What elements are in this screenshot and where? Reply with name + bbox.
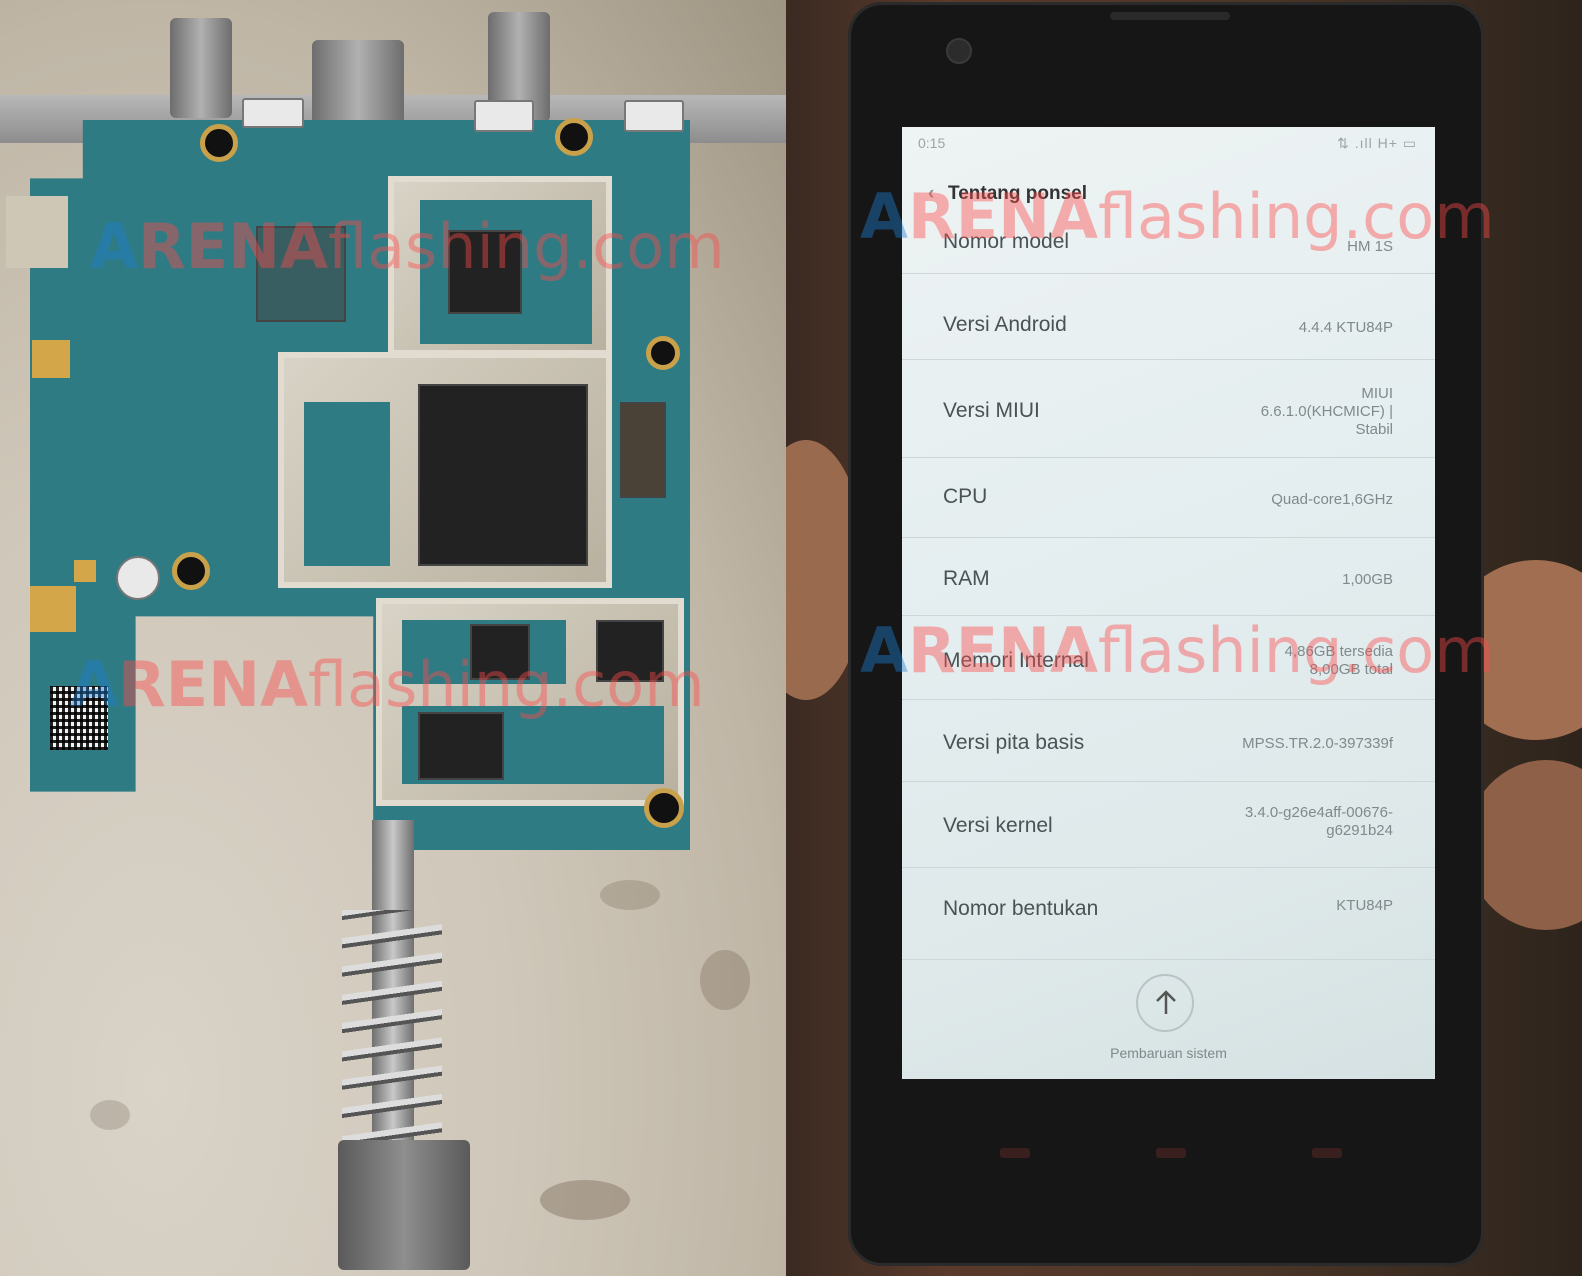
system-update-label: Pembaruan sistem bbox=[1110, 1045, 1227, 1061]
home-key-icon[interactable] bbox=[1156, 1148, 1186, 1158]
chip-area bbox=[304, 402, 390, 566]
screw-hole bbox=[200, 124, 238, 162]
screw-hole bbox=[172, 552, 210, 590]
signal-icon: ⇅ .ıll H+ ▭ bbox=[1337, 135, 1417, 151]
nav-keys bbox=[986, 1148, 1346, 1168]
dirt-spot bbox=[600, 880, 660, 910]
setting-label: Versi MIUI bbox=[943, 399, 1040, 422]
setting-value: 1,00GB bbox=[1342, 571, 1393, 588]
setting-label: Versi Android bbox=[943, 313, 1067, 336]
setting-label: Nomor bentukan bbox=[943, 897, 1099, 920]
system-update-button[interactable] bbox=[1136, 974, 1194, 1032]
board-connector bbox=[620, 402, 666, 498]
setting-label: Versi pita basis bbox=[943, 731, 1085, 754]
setting-value: MPSS.TR.2.0-397339f bbox=[1242, 735, 1393, 752]
divider bbox=[902, 359, 1435, 360]
earpiece-speaker bbox=[1110, 12, 1230, 20]
watermark: ARENAflashing.com bbox=[860, 614, 1495, 687]
front-camera-icon bbox=[946, 38, 972, 64]
phone-photo: 0:15 ⇅ .ıll H+ ▭ ‹ Tentang ponsel Nomor m… bbox=[786, 0, 1582, 1276]
divider bbox=[902, 959, 1435, 960]
antenna-connector bbox=[474, 100, 534, 132]
status-time: 0:15 bbox=[918, 135, 946, 151]
screw-hole bbox=[555, 118, 593, 156]
dirt-spot bbox=[540, 1180, 630, 1220]
divider bbox=[902, 537, 1435, 538]
watermark: ARENAflashing.com bbox=[860, 180, 1495, 253]
holder-spring bbox=[342, 910, 442, 1150]
screw-hole bbox=[644, 788, 684, 828]
antenna-connector bbox=[624, 100, 684, 132]
divider bbox=[902, 457, 1435, 458]
chip bbox=[418, 712, 504, 780]
status-bar: 0:15 ⇅ .ıll H+ ▭ bbox=[902, 127, 1435, 159]
antenna-connector bbox=[242, 98, 304, 128]
setting-value: 3.4.0-g26e4aff-00676- g6291b24 bbox=[1244, 804, 1393, 839]
usb-port bbox=[6, 196, 68, 268]
watermark: ARENAflashing.com bbox=[70, 648, 705, 721]
dirt-spot bbox=[700, 950, 750, 1010]
setting-label: Versi kernel bbox=[943, 814, 1053, 837]
setting-label: CPU bbox=[943, 485, 988, 508]
dirt-spot bbox=[90, 1100, 130, 1130]
setting-value: KTU84P bbox=[1336, 897, 1393, 914]
setting-value: Quad-core1,6GHz bbox=[1271, 491, 1393, 508]
divider bbox=[902, 867, 1435, 868]
screw-hole bbox=[646, 336, 680, 370]
setting-value: 4.4.4 KTU84P bbox=[1298, 319, 1393, 336]
up-arrow-icon bbox=[1156, 990, 1176, 1014]
motherboard-photo: ARENAflashing.com ARENAflashing.com bbox=[0, 0, 786, 1276]
menu-key-icon[interactable] bbox=[1000, 1148, 1030, 1158]
watermark: ARENAflashing.com bbox=[90, 210, 725, 283]
back-key-icon[interactable] bbox=[1312, 1148, 1342, 1158]
setting-value: MIUI 6.6.1.0(KHCMICF) | Stabil bbox=[1260, 385, 1393, 438]
gold-pad bbox=[30, 586, 76, 632]
phone-screen: 0:15 ⇅ .ıll H+ ▭ ‹ Tentang ponsel Nomor m… bbox=[902, 127, 1435, 1079]
divider bbox=[902, 699, 1435, 700]
divider bbox=[902, 273, 1435, 274]
gold-pad bbox=[32, 340, 70, 378]
clamp bbox=[170, 18, 232, 118]
setting-label: RAM bbox=[943, 567, 990, 590]
holder-block bbox=[338, 1140, 470, 1270]
vibration-motor bbox=[116, 556, 160, 600]
gold-pad bbox=[74, 560, 96, 582]
memory-chip bbox=[418, 384, 588, 566]
divider bbox=[902, 781, 1435, 782]
